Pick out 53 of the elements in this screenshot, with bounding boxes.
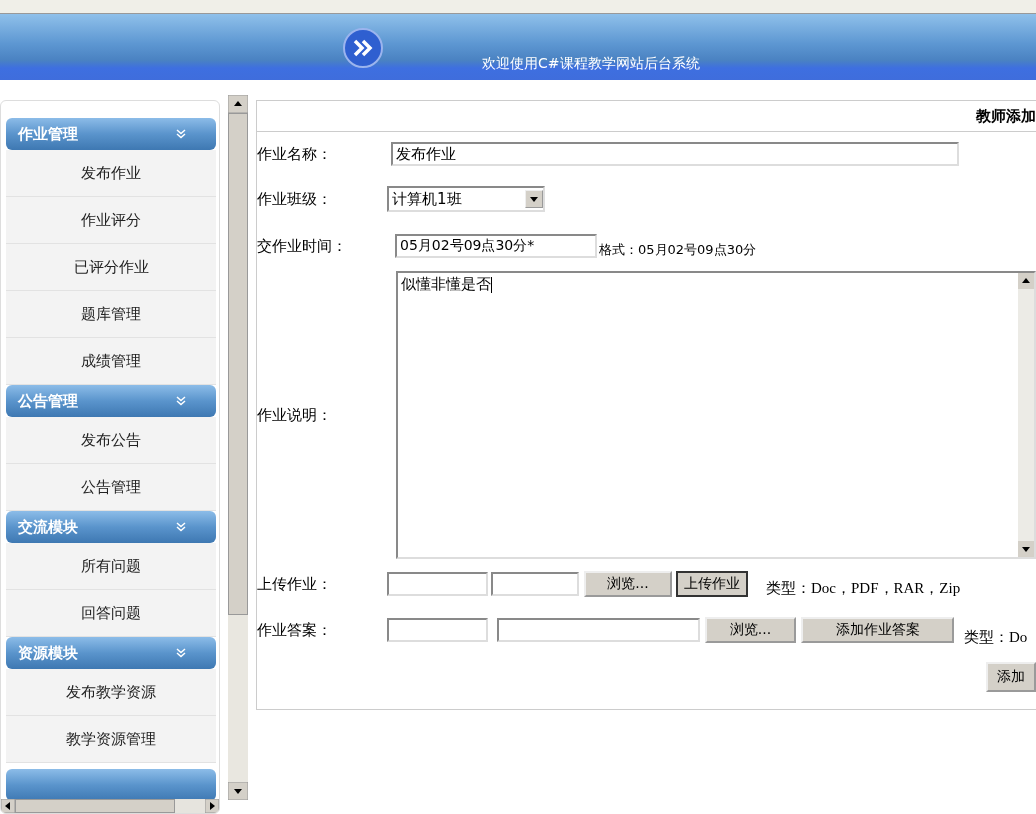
file-type-hint: 类型：Doc，PDF，RAR，Zip — [766, 578, 961, 598]
scroll-down-icon[interactable] — [1018, 541, 1034, 557]
vertical-scrollbar[interactable] — [228, 95, 248, 800]
field-label: 交作业时间： — [257, 236, 348, 256]
chevron-down-icon — [176, 648, 186, 658]
sidebar-item[interactable]: 所有问题 — [6, 543, 216, 590]
file-input[interactable] — [387, 572, 488, 596]
sidebar-item[interactable]: 公告管理 — [6, 464, 216, 511]
description-textarea[interactable]: 似懂非懂是否 — [396, 271, 1036, 559]
sidebar-item[interactable]: 题库管理 — [6, 291, 216, 338]
chevron-down-icon — [176, 129, 186, 139]
site-title: 欢迎使用C#课程教学网站后台系统 — [482, 55, 700, 73]
file-input[interactable] — [497, 618, 700, 642]
scroll-up-icon[interactable] — [1018, 273, 1034, 289]
group-title: 交流模块 — [18, 517, 78, 537]
field-label: 上传作业： — [257, 574, 333, 594]
horizontal-scrollbar[interactable] — [1, 799, 219, 813]
sidebar-item[interactable]: 教学资源管理 — [6, 716, 216, 763]
field-label: 作业名称： — [257, 144, 333, 164]
format-hint: 格式：05月02号09点30分 — [599, 241, 757, 259]
add-button[interactable]: 添加 — [986, 662, 1036, 692]
sidebar-item[interactable]: 发布教学资源 — [6, 669, 216, 716]
chevron-down-icon — [176, 522, 186, 532]
file-input[interactable] — [387, 618, 488, 642]
sidebar-item[interactable]: 作业评分 — [6, 197, 216, 244]
sidebar-item[interactable]: 成绩管理 — [6, 338, 216, 385]
scroll-down-icon[interactable] — [228, 782, 248, 800]
group-title: 资源模块 — [18, 643, 78, 663]
sidebar-item[interactable]: 发布公告 — [6, 417, 216, 464]
browse-button[interactable]: 浏览... — [584, 571, 672, 597]
scroll-right-icon[interactable] — [205, 799, 219, 813]
field-label: 作业班级： — [257, 189, 333, 209]
sidebar-item[interactable]: 已评分作业 — [6, 244, 216, 291]
scroll-up-icon[interactable] — [228, 95, 248, 113]
scroll-left-icon[interactable] — [1, 799, 15, 813]
double-chevron-icon — [343, 28, 383, 68]
form-title: 教师添加 — [976, 106, 1036, 126]
chevron-down-icon — [176, 396, 186, 406]
field-label: 作业答案： — [257, 620, 333, 640]
upload-button[interactable]: 上传作业 — [676, 571, 748, 597]
class-select[interactable]: 计算机1班 — [387, 186, 545, 212]
group-title: 作业管理 — [18, 124, 78, 144]
sidebar-item[interactable]: 回答问题 — [6, 590, 216, 637]
file-type-hint: 类型：Do — [964, 627, 1028, 647]
field-label: 作业说明： — [257, 405, 333, 425]
file-input[interactable] — [491, 572, 579, 596]
sidebar-item[interactable]: 发布作业 — [6, 150, 216, 197]
add-answer-button[interactable]: 添加作业答案 — [801, 617, 954, 643]
name-input[interactable]: 发布作业 — [391, 142, 959, 166]
browse-button[interactable]: 浏览... — [705, 617, 796, 643]
textarea-scrollbar[interactable] — [1018, 273, 1034, 557]
group-title: 公告管理 — [18, 391, 78, 411]
time-input[interactable]: 05月02号09点30分* — [395, 234, 597, 258]
